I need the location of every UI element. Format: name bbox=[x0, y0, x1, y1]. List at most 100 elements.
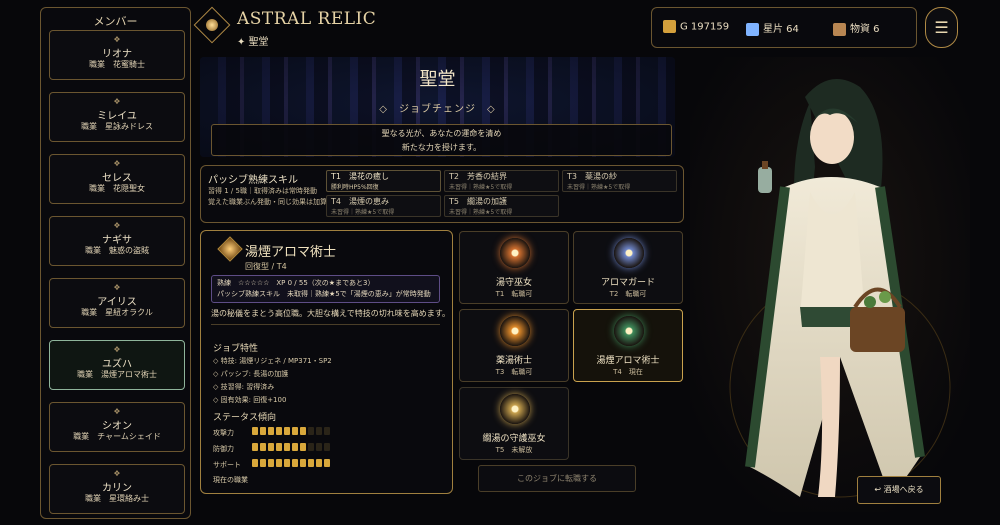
stat-pip bbox=[300, 427, 306, 435]
stat-bar bbox=[252, 427, 330, 435]
stat-pip bbox=[316, 443, 322, 451]
back-to-tavern-button[interactable]: ↩ 酒場へ戻る bbox=[857, 476, 941, 504]
skill-name: T4 湯煙の恵み bbox=[331, 197, 389, 206]
member-crest-icon: ❖ bbox=[113, 283, 121, 292]
passive-skill-slot: T2 芳香の結界 未習得｜熟練★5で取得 bbox=[444, 170, 559, 192]
job-card-status: T5 未解放 bbox=[495, 446, 533, 454]
skill-name: T3 薬湯の紗 bbox=[567, 172, 617, 181]
trait-item: ◇ パッシブ: 長湯の加護 bbox=[213, 370, 289, 378]
member-crest-icon: ❖ bbox=[113, 345, 121, 354]
sidebar-title: メンバー bbox=[93, 15, 138, 28]
location-label: ✦ 聖堂 bbox=[237, 37, 269, 48]
mastery-box: 熟練 ☆☆☆☆☆ XP 0 / 55（次の★まであと3） パッシブ熟練スキル 未… bbox=[211, 275, 440, 303]
resource-value: G 197159 bbox=[680, 21, 730, 33]
job-card-status: T4 現在 bbox=[613, 368, 643, 376]
banner-message: 聖なる光が、あなたの運命を清め 新たな力を授けます。 bbox=[211, 124, 672, 156]
member-crest-icon: ❖ bbox=[113, 469, 121, 478]
skill-desc: 未習得｜熟練★5で取得 bbox=[331, 209, 395, 216]
member-crest-icon: ❖ bbox=[113, 407, 121, 416]
member-name: ミレイユ bbox=[97, 111, 137, 122]
resource-item: 物資 6 bbox=[833, 20, 880, 36]
stat-pip bbox=[292, 427, 298, 435]
member-card[interactable]: ❖ アイリス 職業 星紐オラクル bbox=[49, 278, 185, 328]
sun-emblem-icon bbox=[500, 238, 530, 268]
back-label: ↩ 酒場へ戻る bbox=[874, 485, 924, 494]
change-job-label: このジョブに転職する bbox=[517, 474, 597, 483]
job-name: 湯煙アロマ術士 bbox=[245, 245, 337, 260]
stat-pip bbox=[284, 443, 290, 451]
stat-pip bbox=[292, 459, 298, 467]
star-emblem-icon bbox=[500, 394, 530, 424]
member-card[interactable]: ❖ リオナ 職業 花蜜騎士 bbox=[49, 30, 185, 80]
member-name: リオナ bbox=[102, 49, 132, 60]
stat-pip bbox=[300, 443, 306, 451]
skill-desc: 勝利時HP5%回復 bbox=[331, 184, 379, 191]
stat-pip bbox=[276, 459, 282, 467]
stat-pip bbox=[268, 459, 274, 467]
passive-skill-slot: T1 湯花の癒し 勝利時HP5%回復 bbox=[326, 170, 441, 192]
member-name: アイリス bbox=[97, 297, 137, 308]
skill-name: T2 芳香の結界 bbox=[449, 172, 507, 181]
resource-value: 物資 6 bbox=[850, 24, 880, 35]
mastery-line: 熟練 ☆☆☆☆☆ XP 0 / 55（次の★まであと3） bbox=[217, 279, 375, 287]
job-card-status: T1 転職可 bbox=[495, 290, 533, 298]
current-job-label: 現在の職業 bbox=[213, 476, 248, 484]
stat-pip bbox=[284, 459, 290, 467]
character-portrait bbox=[690, 57, 970, 512]
job-card-status: T3 転職可 bbox=[495, 368, 533, 376]
skill-name: T1 湯花の癒し bbox=[331, 172, 389, 181]
job-card[interactable]: 湯守巫女 T1 転職可 bbox=[459, 231, 569, 304]
job-card-name: 湯煙アロマ術士 bbox=[596, 356, 660, 366]
member-card[interactable]: ❖ ミレイユ 職業 星詠みドレス bbox=[49, 92, 185, 142]
member-job: 職業 湯煙アロマ術士 bbox=[77, 370, 157, 379]
skill-desc: 未習得｜熟練★5で取得 bbox=[449, 209, 513, 216]
member-card[interactable]: ❖ シオン 職業 チャームシェイド bbox=[49, 402, 185, 452]
stat-pip bbox=[276, 427, 282, 435]
stat-pip bbox=[300, 459, 306, 467]
member-name: シオン bbox=[102, 421, 132, 432]
job-card[interactable]: 薬湯術士 T3 転職可 bbox=[459, 309, 569, 382]
mastery-line: パッシブ熟練スキル 未取得｜熟練★5で「湯煙の恵み」が常時発動 bbox=[217, 290, 431, 298]
member-job: 職業 花蜜騎士 bbox=[89, 60, 145, 69]
job-card-name: 繝湯の守護巫女 bbox=[482, 434, 546, 444]
moon-emblem-icon bbox=[614, 238, 644, 268]
menu-button[interactable]: ☰ bbox=[925, 7, 958, 48]
member-card[interactable]: ❖ セレス 職業 花隠聖女 bbox=[49, 154, 185, 204]
job-card-name: 薬湯術士 bbox=[495, 356, 532, 366]
star-shard-icon bbox=[746, 22, 759, 36]
traits-title: ジョブ特性 bbox=[213, 344, 259, 354]
passive-title: パッシブ熟練スキル bbox=[208, 175, 298, 186]
stat-pip bbox=[268, 427, 274, 435]
job-card[interactable]: アロマガード T2 転職可 bbox=[573, 231, 683, 304]
resource-item: G 197159 bbox=[663, 20, 729, 33]
member-job: 職業 花隠聖女 bbox=[89, 184, 145, 193]
member-name: セレス bbox=[102, 173, 132, 184]
skill-name: T5 繝湯の加護 bbox=[449, 197, 507, 206]
change-job-button[interactable]: このジョブに転職する bbox=[478, 465, 636, 492]
member-crest-icon: ❖ bbox=[113, 35, 121, 44]
trait-item: ◇ 技習得: 習得済み bbox=[213, 383, 275, 391]
app-title: ASTRAL RELIC bbox=[237, 9, 377, 29]
stat-pip bbox=[324, 427, 330, 435]
member-card[interactable]: ❖ ナギサ 職業 魅惑の盗賊 bbox=[49, 216, 185, 266]
stat-pip bbox=[308, 443, 314, 451]
skill-desc: 未習得｜熟練★5で取得 bbox=[449, 184, 513, 191]
goods-bag-icon bbox=[833, 22, 846, 36]
job-card[interactable]: 繝湯の守護巫女 T5 未解放 bbox=[459, 387, 569, 460]
stat-label: サポート bbox=[213, 461, 241, 469]
stat-pip bbox=[324, 443, 330, 451]
member-card[interactable]: ❖ ユズハ 職業 湯煙アロマ術士 bbox=[49, 340, 185, 390]
passive-info: 覚えた職業ぶん発動・同じ効果は加算 bbox=[208, 198, 327, 206]
job-card[interactable]: 湯煙アロマ術士 T4 現在 bbox=[573, 309, 683, 382]
passive-skill-slot: T5 繝湯の加護 未習得｜熟練★5で取得 bbox=[444, 195, 559, 217]
banner-title: 聖堂 bbox=[419, 69, 456, 90]
passive-info: 習得 1 / 5職｜取得済みは常時発動 bbox=[208, 187, 317, 195]
job-card-name: 湯守巫女 bbox=[495, 278, 532, 288]
banner-subtitle: ◇ ジョブチェンジ ◇ bbox=[379, 104, 496, 115]
stat-bar bbox=[252, 443, 330, 451]
member-job: 職業 チャームシェイド bbox=[73, 432, 161, 441]
member-crest-icon: ❖ bbox=[113, 159, 121, 168]
stat-pip bbox=[252, 459, 258, 467]
resource-value: 星片 64 bbox=[763, 24, 799, 35]
member-card[interactable]: ❖ カリン 職業 星環絡み士 bbox=[49, 464, 185, 514]
